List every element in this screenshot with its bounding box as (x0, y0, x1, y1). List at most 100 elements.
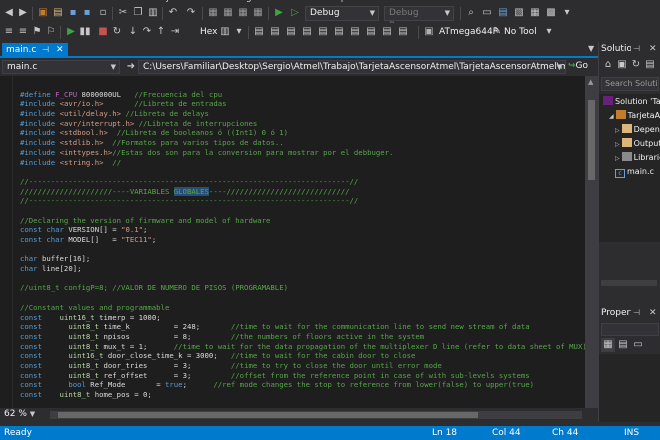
build-solution-icon[interactable]: ▦ (221, 6, 235, 20)
extensions-icon[interactable]: ▩ (544, 6, 558, 20)
code-line[interactable]: const char MODEL[] = "TEC11"; (20, 235, 587, 245)
open-file-icon[interactable]: ▤ (51, 6, 65, 20)
threads-icon[interactable]: ▤ (396, 25, 410, 39)
properties-object-select[interactable] (601, 323, 659, 336)
file-path-select[interactable]: C:\Users\Familiar\Desktop\Sergio\Atmel\T… (138, 60, 566, 74)
code-line[interactable] (20, 206, 587, 216)
scroll-up-icon[interactable]: ▲ (588, 78, 593, 86)
continue-icon[interactable]: ▶ (64, 25, 78, 39)
tree-item[interactable]: ◢ TarjetaAscensorAtmel (609, 110, 660, 122)
alphabetical-icon[interactable]: ▤ (616, 338, 630, 352)
pin-icon[interactable]: ⊣ (633, 44, 640, 53)
close-icon[interactable]: ✕ (56, 43, 64, 57)
code-line[interactable]: #include <stdlib.h> //Formatos para vari… (20, 138, 587, 148)
code-line[interactable]: const uint8_t home_pos = 0; (20, 390, 587, 400)
restart-icon[interactable]: ↻ (110, 25, 124, 39)
code-line[interactable] (20, 80, 587, 90)
code-line[interactable]: //uint8_t configP=8; //VALOR DE NUMERO D… (20, 283, 587, 293)
code-line[interactable] (20, 293, 587, 303)
menu-item-asf[interactable]: ASF (128, 0, 145, 3)
property-pages-icon[interactable]: ▭ (631, 338, 645, 352)
code-line[interactable]: const bool Ref_Mode = true; //ref mode c… (20, 380, 587, 390)
bookmark-icon[interactable]: ⚑ (30, 25, 44, 39)
collapse-all-icon[interactable]: ▣ (615, 58, 629, 72)
prev-bookmark-icon[interactable]: ⚐ (44, 25, 58, 39)
break-all-icon[interactable]: ▮▮ (78, 25, 92, 39)
find-icon[interactable]: ⌕ (464, 6, 478, 20)
code-line[interactable]: #include <stdbool.h> //Libreta de boolea… (20, 128, 587, 138)
properties-icon[interactable]: ▦ (528, 6, 542, 20)
code-line[interactable]: #include <string.h> // (20, 158, 587, 168)
uncomment-icon[interactable]: ≡ (16, 25, 30, 39)
code-line[interactable]: char buffer[16]; (20, 254, 587, 264)
autos-icon[interactable]: ▤ (380, 25, 394, 39)
code-line[interactable]: const uint8_t time_k = 248; //time to wa… (20, 322, 587, 332)
chevron-down-icon[interactable]: ▾ (542, 25, 556, 39)
code-line[interactable]: #include <util/delay.h> //Libreta de del… (20, 109, 587, 119)
menu-item-debug[interactable]: Debug (222, 0, 252, 3)
horizontal-scrollbar-thumb[interactable] (58, 412, 478, 418)
solution-search-input[interactable]: Search Solution Explorer (601, 77, 659, 91)
disassembly-icon[interactable]: ▤ (284, 25, 298, 39)
stop-debugging-icon[interactable]: ■ (96, 25, 110, 39)
redo-icon[interactable]: ↷ (184, 6, 198, 20)
tree-item[interactable]: Solution 'TarjetaAscensorAtmel' (603, 96, 660, 108)
tree-item[interactable]: ▷ Libraries (615, 152, 660, 164)
menu-item-window[interactable]: Window (288, 0, 324, 3)
code-editor[interactable]: #define F_CPU 8000000UL //Frecuencia del… (0, 76, 598, 408)
rebuild-icon[interactable]: ▦ (251, 6, 265, 20)
code-line[interactable]: const uint8_t ref_offset = 3; //offset f… (20, 371, 587, 381)
window-icon[interactable]: ▭ (480, 6, 494, 20)
start-debugging-icon[interactable]: ▶ (272, 6, 286, 20)
pin-icon[interactable]: ⊣ (42, 43, 49, 57)
call-stack-icon[interactable]: ▤ (332, 25, 346, 39)
code-line[interactable]: //--------------------------------------… (20, 177, 587, 187)
menu-item-file[interactable]: File (6, 0, 21, 3)
code-line[interactable] (20, 400, 587, 408)
menu-item-tools[interactable]: Tools (258, 0, 280, 3)
scrollbar-thumb[interactable] (588, 100, 595, 180)
file-scope-select[interactable]: main.c ▼ (2, 60, 120, 74)
configuration-select[interactable]: Debug ▼ (305, 6, 379, 21)
vertical-scrollbar[interactable]: ▲ (585, 76, 598, 408)
close-icon[interactable]: ✕ (649, 44, 657, 54)
code-line[interactable]: /////////////////////----VARIABLES GLOBA… (20, 186, 587, 197)
hex-toggle[interactable]: Hex (200, 26, 217, 39)
registers-icon[interactable]: ▾ (232, 25, 246, 39)
step-out-icon[interactable]: ↑ (154, 25, 168, 39)
tree-item[interactable]: ▷ Dependencies (615, 124, 660, 136)
expander-icon[interactable]: ▷ (615, 155, 620, 162)
comment-icon[interactable]: ≡ (2, 25, 16, 39)
chevron-down-icon[interactable]: ▼ (588, 44, 594, 53)
menu-item-vassistx[interactable]: VAssistX (88, 0, 126, 3)
paste-icon[interactable]: ▥ (146, 6, 160, 20)
code-line[interactable]: #include <inttypes.h>//Estas dos son par… (20, 148, 587, 158)
forward-icon[interactable]: ▶ (16, 6, 30, 20)
code-line[interactable]: const uint16_t timerp = 1000; (20, 313, 587, 323)
output-icon[interactable]: ▤ (364, 25, 378, 39)
code-text[interactable]: #define F_CPU 8000000UL //Frecuencia del… (20, 80, 587, 408)
expander-icon[interactable]: ▷ (615, 141, 620, 148)
code-line[interactable]: //Constant values and programmable (20, 303, 587, 313)
show-all-files-icon[interactable]: ▤ (643, 58, 657, 72)
tab-main-c[interactable]: main.c ⊣ ✕ (2, 43, 68, 58)
run-to-cursor-icon[interactable]: ⇥ (168, 25, 182, 39)
tool-icon[interactable]: ✎ (490, 25, 504, 39)
tree-item[interactable]: c main.c (615, 166, 654, 178)
menu-item-build[interactable]: Build (192, 0, 215, 3)
menu-item-view[interactable]: View (60, 0, 81, 3)
undo-icon[interactable]: ↶ (166, 6, 180, 20)
browser-select[interactable]: Debug Browser ▼ (384, 6, 454, 31)
toolbar-options-icon[interactable]: ▾ (560, 6, 574, 20)
code-line[interactable]: //--------------------------------------… (20, 196, 587, 206)
code-line[interactable] (20, 245, 587, 255)
menu-item-project[interactable]: Project (152, 0, 183, 3)
menu-item-edit[interactable]: Edit (34, 0, 51, 3)
start-without-debugging-icon[interactable]: ▷ (288, 6, 302, 20)
code-line[interactable]: const uint8_t door_tries = 3; //time to … (20, 361, 587, 371)
home-icon[interactable]: ⌂ (601, 58, 615, 72)
tool-label[interactable]: No Tool (504, 26, 537, 39)
code-line[interactable] (20, 274, 587, 284)
processor-icon[interactable]: ▤ (316, 25, 330, 39)
copy-icon[interactable]: ❐ (131, 6, 145, 20)
